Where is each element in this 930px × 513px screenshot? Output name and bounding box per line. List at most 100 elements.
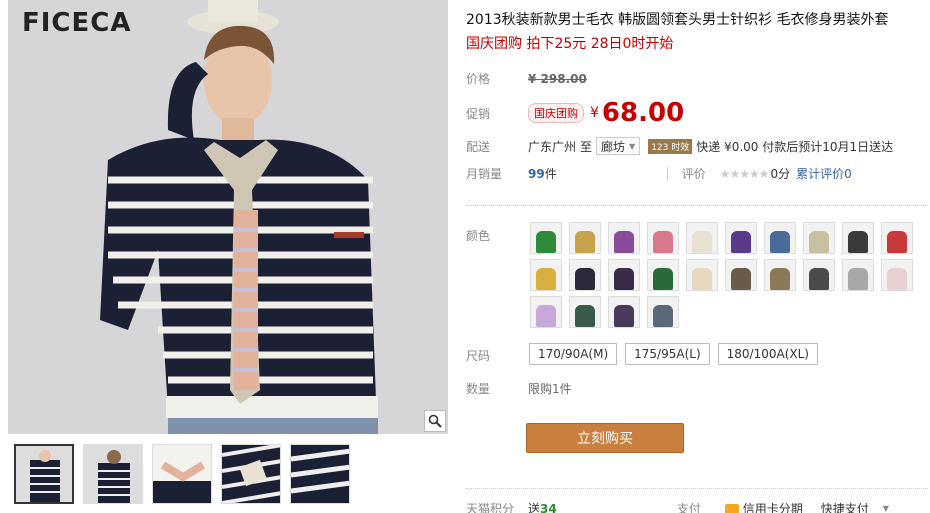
size-option-l[interactable]: 175/95A(L) [625,343,710,365]
color-swatch[interactable] [842,259,874,291]
color-swatch[interactable] [842,222,874,254]
color-swatch[interactable] [686,222,718,254]
color-swatch[interactable] [803,259,835,291]
original-price: ¥ 298.00 [528,71,587,86]
price-row: 价格 ¥ 298.00 [466,70,587,87]
divider [666,166,668,181]
reviews-link[interactable]: 累计评价0 [796,165,852,182]
thumbnail-2[interactable] [83,444,143,504]
sales-row: 月销量 99 件 评价 ★★★★★ 0分 累计评价0 [466,165,852,182]
color-swatch[interactable] [764,259,796,291]
swatch-shirt-icon [809,268,829,290]
promo-price: 68.00 [601,98,685,128]
quantity-limit: 限购1件 [528,382,572,396]
ship-from: 广东广州 [528,139,577,154]
swatch-shirt-icon [692,231,712,253]
thumbnail-5[interactable] [290,444,350,504]
promo-price-row: 促销 国庆团购 ¥ 68.00 [466,98,684,128]
swatch-shirt-icon [536,305,556,327]
swatch-shirt-icon [770,268,790,290]
sales-count: 99 [528,166,545,181]
color-swatch[interactable] [764,222,796,254]
color-swatch[interactable] [881,222,913,254]
zoom-icon[interactable] [424,410,446,432]
swatch-shirt-icon [692,268,712,290]
size-label-row: 尺码 [466,347,528,364]
delivery-info: 快递 ¥0.00 付款后预计10月1日送达 [696,139,894,154]
chevron-down-icon: ▼ [629,141,636,151]
buy-now-button[interactable]: 立刻购买 [526,423,684,453]
rating-label: 评价 [681,167,706,181]
swatch-shirt-icon [614,305,634,327]
color-swatch[interactable] [569,259,601,291]
quantity-label: 数量 [466,382,491,396]
pay-option-installment[interactable]: 信用卡分期 [743,500,803,513]
color-label: 颜色 [466,229,491,243]
color-swatch[interactable] [803,222,835,254]
color-swatch[interactable] [608,222,640,254]
size-options: 170/90A(M) 175/95A(L) 180/100A(XL) [529,343,818,365]
promo-label: 促销 [466,106,491,121]
color-swatches [530,222,920,328]
brand-logo: FICECA [22,8,132,38]
swatch-shirt-icon [653,305,673,327]
color-swatch[interactable] [530,259,562,291]
section-divider [466,205,928,206]
credit-card-icon [724,503,739,513]
swatch-shirt-icon [536,268,556,290]
size-option-m[interactable]: 170/90A(M) [529,343,618,365]
color-swatch[interactable] [647,296,679,328]
swatch-shirt-icon [731,268,751,290]
color-swatch[interactable] [647,222,679,254]
swatch-shirt-icon [848,231,868,253]
points-label: 天猫积分 [466,502,515,513]
footer-divider [466,488,928,489]
destination-value: 廊坊 [601,139,626,154]
pay-label: 支付 [676,502,701,513]
sales-label: 月销量 [466,167,503,181]
model-photo [8,0,448,434]
color-swatch[interactable] [881,259,913,291]
swatch-shirt-icon [614,231,634,253]
rating-score: 0分 [770,167,791,181]
delivery-row: 配送 广东广州 至 廊坊 ▼ 123 时效 快递 ¥0.00 付款后预计10月1… [466,137,893,155]
swatch-shirt-icon [653,231,673,253]
swatch-shirt-icon [575,231,595,253]
color-swatch[interactable] [608,296,640,328]
quantity-row: 数量 限购1件 [466,380,572,397]
main-product-image[interactable]: FICECA [8,0,448,434]
footer-row: 天猫积分 送 34 支付 信用卡分期 快捷支付 ▼ [466,500,889,513]
thumbnail-3[interactable] [152,444,212,504]
color-swatch[interactable] [725,222,757,254]
points-value: 34 [540,501,557,513]
promo-text: 国庆团购 拍下25元 28日0时开始 [466,36,674,52]
size-option-xl[interactable]: 180/100A(XL) [717,343,818,365]
swatch-shirt-icon [653,268,673,290]
swatch-shirt-icon [848,268,868,290]
destination-select[interactable]: 廊坊 ▼ [596,137,641,155]
thumbnail-1[interactable] [14,444,74,504]
currency-symbol: ¥ [590,105,599,121]
color-swatch[interactable] [725,259,757,291]
color-swatch[interactable] [530,296,562,328]
color-swatch[interactable] [647,259,679,291]
color-swatch[interactable] [530,222,562,254]
rating-stars: ★★★★★ [719,166,770,181]
swatch-shirt-icon [770,231,790,253]
swatch-shirt-icon [887,231,907,253]
swatch-shirt-icon [887,268,907,290]
swatch-shirt-icon [536,231,556,253]
sales-unit: 件 [544,167,557,181]
color-swatch[interactable] [608,259,640,291]
color-swatch[interactable] [569,222,601,254]
size-label: 尺码 [466,349,491,363]
swatch-shirt-icon [575,268,595,290]
swatch-shirt-icon [575,305,595,327]
delivery-label: 配送 [466,139,491,154]
color-swatch[interactable] [569,296,601,328]
ship-to-label: 至 [580,139,593,154]
pay-option-quick[interactable]: 快捷支付 [821,500,869,513]
color-swatch[interactable] [686,259,718,291]
swatch-shirt-icon [809,231,829,253]
thumbnail-4[interactable] [221,444,281,504]
